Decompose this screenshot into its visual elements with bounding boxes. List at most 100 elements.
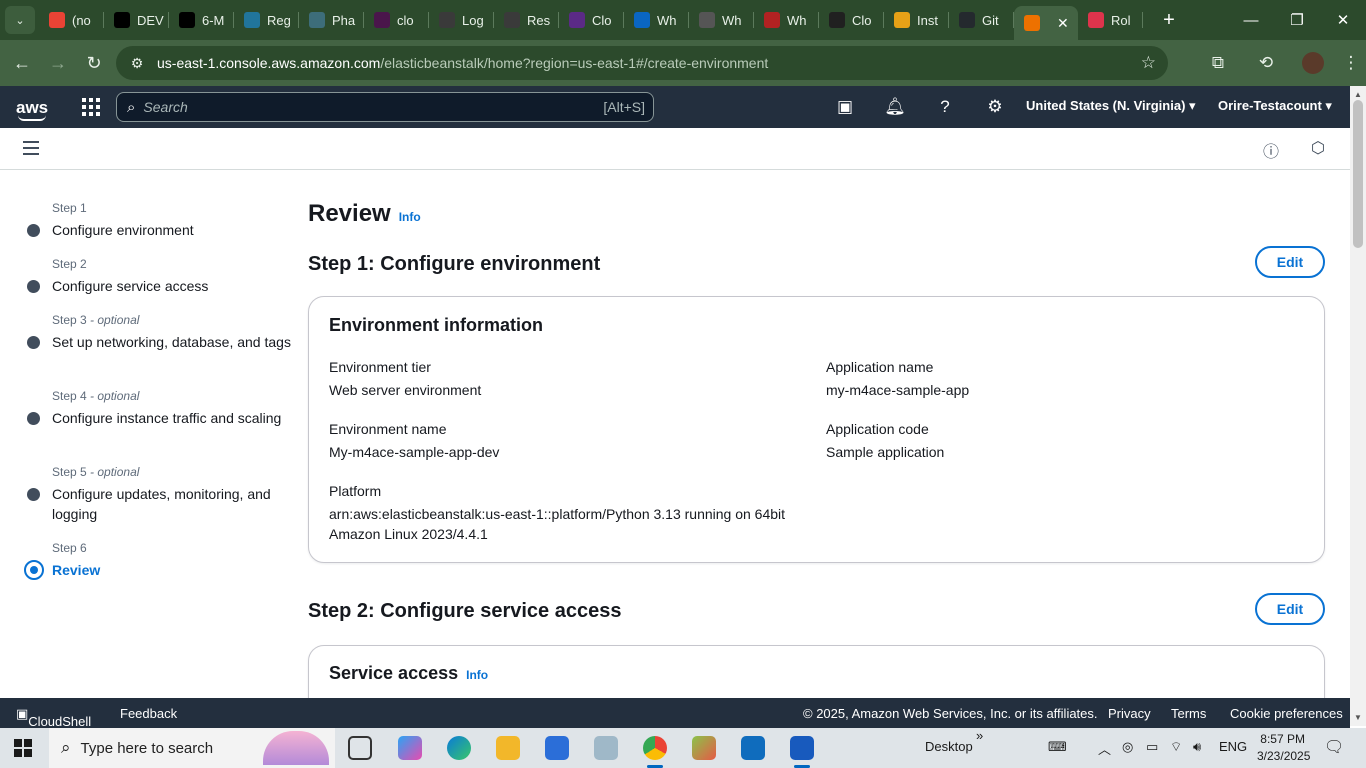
bookmark-star-icon[interactable]: ☆ — [1141, 53, 1156, 73]
step-status-dot-icon — [27, 412, 40, 425]
browser-tab[interactable]: Rol — [1078, 0, 1143, 40]
notification-center-icon[interactable]: 🗨︎ — [1324, 737, 1344, 757]
browser-tab[interactable]: Clo — [819, 0, 884, 40]
cookie-preferences-link[interactable]: Cookie preferences — [1230, 706, 1343, 721]
history-icon[interactable]: ⟲ — [1242, 53, 1290, 73]
browser-tab[interactable]: Reg — [234, 0, 299, 40]
wifi-icon[interactable]: ⌔ — [1170, 739, 1182, 755]
close-window-icon[interactable]: ✕ — [1320, 0, 1366, 40]
browser-tab[interactable]: DEV — [104, 0, 169, 40]
meet-icon[interactable]: ◎ — [1122, 739, 1133, 755]
globe-icon — [504, 12, 520, 28]
word-icon[interactable] — [790, 736, 814, 768]
chrome-icon[interactable] — [643, 736, 667, 768]
services-grid-icon[interactable] — [82, 98, 100, 116]
application-name-label: Application name — [826, 359, 934, 375]
scrollbar-thumb[interactable] — [1353, 100, 1363, 248]
app-icon[interactable] — [594, 736, 618, 760]
browser-tab[interactable]: 6-M — [169, 0, 234, 40]
wizard-step-number: Step 3 - optional — [52, 313, 140, 327]
wizard-step[interactable]: Step 2 Configure service access — [24, 256, 294, 296]
wizard-step[interactable]: Step 1 Configure environment — [24, 200, 294, 240]
hexagon-settings-icon[interactable]: ⬡ — [1307, 138, 1329, 160]
aws-logo[interactable]: aws — [16, 99, 52, 121]
microsoft-store-icon[interactable] — [545, 736, 569, 760]
platform-field: Platform arn:aws:elasticbeanstalk:us-eas… — [329, 482, 785, 544]
browser-tab[interactable]: Log — [429, 0, 494, 40]
address-bar[interactable]: ⚙ us-east-1.console.aws.amazon.com/elast… — [116, 46, 1168, 80]
terms-link[interactable]: Terms — [1171, 706, 1206, 721]
keyboard-icon[interactable]: ⌨ — [1048, 739, 1067, 755]
browser-tab[interactable]: Wh — [689, 0, 754, 40]
tab-search-button[interactable]: ⌄ — [5, 6, 35, 34]
app-diamond-icon[interactable] — [692, 736, 716, 760]
wizard-step[interactable]: Step 5 - optional Configure updates, moni… — [24, 464, 294, 524]
cloudshell-icon[interactable]: ▣ — [820, 97, 870, 117]
notifications-bell-icon[interactable]: 🔔︎ — [870, 97, 920, 117]
step1-edit-button[interactable]: Edit — [1255, 246, 1325, 278]
settings-gear-icon[interactable]: ⚙ — [970, 97, 1020, 117]
browser-tab[interactable]: Wh — [624, 0, 689, 40]
browser-tab[interactable]: Pha — [299, 0, 364, 40]
browser-tab[interactable]: ✕ — [1014, 6, 1078, 40]
wizard-step[interactable]: Step 6 Review — [24, 540, 294, 580]
battery-icon[interactable]: ▭ — [1146, 739, 1158, 755]
cloudshell-link[interactable]: ▣ CloudShell — [16, 706, 91, 729]
github-icon — [959, 12, 975, 28]
browser-tab[interactable]: Inst — [884, 0, 949, 40]
new-tab-button[interactable]: + — [1155, 6, 1183, 34]
browser-tab[interactable]: Git — [949, 0, 1014, 40]
info-link[interactable]: Info — [399, 210, 421, 224]
browser-tab[interactable]: clo — [364, 0, 429, 40]
scroll-down-arrow-icon[interactable]: ▼ — [1354, 713, 1362, 722]
browser-tab[interactable]: Res — [494, 0, 559, 40]
desktop-toolbar[interactable]: Desktop — [925, 739, 973, 754]
window-controls: — ❐ ✕ — [1228, 0, 1366, 40]
page-scrollbar[interactable]: ▲ ▼ — [1350, 86, 1366, 726]
region-selector[interactable]: United States (N. Virginia) ▾ — [1026, 98, 1196, 114]
step2-edit-button[interactable]: Edit — [1255, 593, 1325, 625]
reload-icon[interactable]: ↻ — [76, 45, 112, 81]
taskbar-clock[interactable]: 8:57 PM 3/23/2025 — [1257, 731, 1310, 765]
feedback-link[interactable]: Feedback — [120, 706, 177, 721]
taskbar-search[interactable]: ⌕ Type here to search — [49, 728, 335, 768]
browser-tab[interactable]: Clo — [559, 0, 624, 40]
wizard-step[interactable]: Step 3 - optional Set up networking, data… — [24, 312, 294, 352]
search-input[interactable] — [143, 99, 564, 115]
globe-icon — [439, 12, 455, 28]
language-indicator[interactable]: ENG — [1219, 739, 1247, 754]
scroll-up-arrow-icon[interactable]: ▲ — [1354, 90, 1362, 99]
account-menu[interactable]: Orire-Testacount ▾ — [1218, 98, 1332, 114]
search-box[interactable]: ⌕ [Alt+S] — [116, 92, 654, 122]
task-view-icon[interactable] — [348, 736, 372, 760]
profile-avatar[interactable] — [1302, 52, 1324, 74]
tray-chevron-up-icon[interactable]: ︿ — [1098, 739, 1111, 758]
file-explorer-icon[interactable] — [496, 736, 520, 760]
minimize-icon[interactable]: — — [1228, 0, 1274, 40]
browser-menu-icon[interactable]: ⋮ — [1336, 53, 1366, 73]
browser-tab-label: Clo — [852, 12, 872, 28]
windows-start-icon[interactable] — [14, 739, 32, 757]
browser-tab-label: clo — [397, 12, 414, 28]
volume-icon[interactable]: 🔊︎ — [1193, 739, 1201, 755]
browser-tab[interactable]: (no — [39, 0, 104, 40]
platform-label: Platform — [329, 483, 382, 499]
privacy-link[interactable]: Privacy — [1108, 706, 1151, 721]
service-access-info-link[interactable]: Info — [466, 668, 488, 682]
copilot-icon[interactable] — [398, 736, 422, 760]
forward-arrow-icon[interactable]: → — [40, 45, 76, 81]
hamburger-menu-icon[interactable] — [23, 141, 39, 159]
url-text[interactable]: us-east-1.console.aws.amazon.com/elastic… — [157, 55, 768, 71]
site-info-icon[interactable]: ⚙ — [124, 55, 150, 72]
help-icon[interactable]: ? — [920, 97, 970, 117]
wizard-step[interactable]: Step 4 - optional Configure instance traf… — [24, 388, 294, 428]
desktop-toolbar-chevron[interactable]: » — [976, 728, 983, 743]
maximize-icon[interactable]: ❐ — [1274, 0, 1320, 40]
extensions-icon[interactable]: ⧉ — [1194, 53, 1242, 73]
info-panel-icon[interactable]: ⓘ — [1260, 138, 1282, 161]
back-arrow-icon[interactable]: ← — [4, 45, 40, 81]
close-tab-icon[interactable]: ✕ — [1057, 15, 1069, 32]
browser-tab[interactable]: Wh — [754, 0, 819, 40]
edge-icon[interactable] — [447, 736, 471, 760]
outlook-icon[interactable] — [741, 736, 765, 760]
